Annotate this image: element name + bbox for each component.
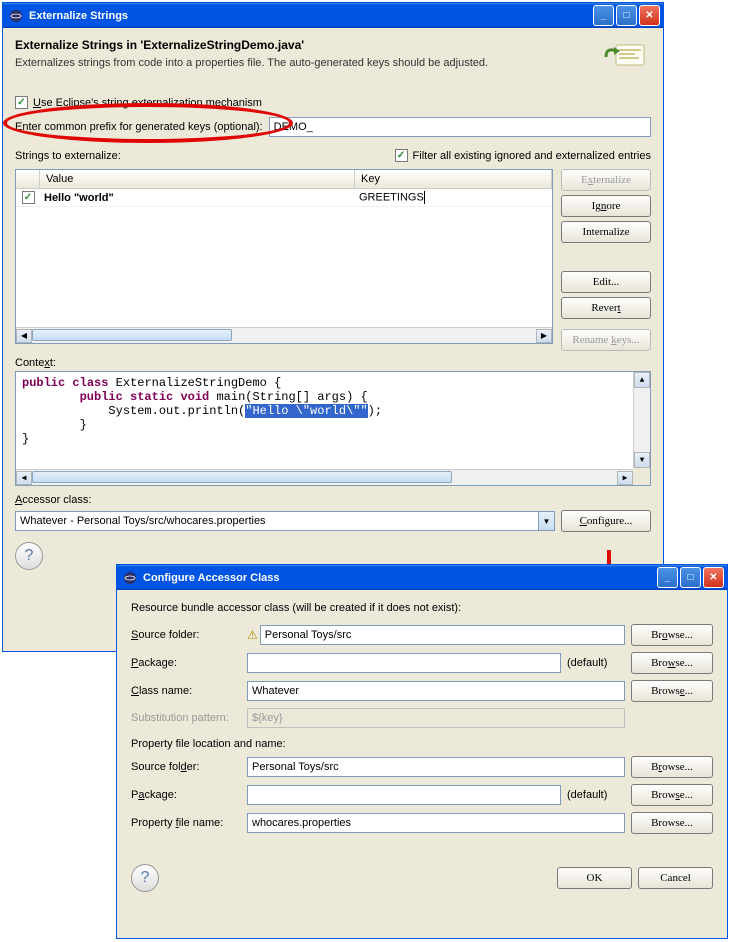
accessor-combo[interactable]: Whatever - Personal Toys/src/whocares.pr…: [15, 511, 555, 531]
table-header-check[interactable]: [16, 170, 40, 188]
mechanism-checkbox[interactable]: ✓: [15, 96, 28, 109]
package2-input[interactable]: [247, 785, 561, 805]
minimize-button[interactable]: _: [593, 5, 614, 26]
eclipse-icon: [8, 8, 24, 24]
scroll-right-icon[interactable]: ▶: [617, 471, 633, 485]
property-file-input[interactable]: [247, 813, 625, 833]
package2-default: (default): [567, 789, 625, 801]
substitution-label: Substitution pattern:: [131, 712, 241, 724]
eclipse-icon: [122, 570, 138, 586]
row-checkbox[interactable]: ✓: [22, 191, 35, 204]
minimize-button[interactable]: _: [657, 567, 678, 588]
code-vscroll[interactable]: ▲▼: [633, 372, 650, 468]
table-header-value[interactable]: Value: [40, 170, 355, 188]
warning-icon: ⚠: [247, 628, 258, 642]
browse-button[interactable]: Browse...: [631, 652, 713, 674]
code-hscroll[interactable]: ◀▶: [16, 469, 633, 485]
source-folder2-label: Source folder:: [131, 761, 241, 773]
class-name-label: Class name:: [131, 685, 241, 697]
table-header-key[interactable]: Key: [355, 170, 552, 188]
row-value: Hello "world": [44, 192, 114, 204]
help-button[interactable]: ?: [131, 864, 159, 892]
cancel-button[interactable]: Cancel: [638, 867, 713, 889]
row-key[interactable]: GREETINGS: [359, 191, 424, 203]
ok-button[interactable]: OK: [557, 867, 632, 889]
package-label: Package:: [131, 657, 241, 669]
filter-checkbox[interactable]: ✓: [395, 149, 408, 162]
accessor-heading: Resource bundle accessor class (will be …: [131, 602, 713, 614]
close-button[interactable]: ✕: [703, 567, 724, 588]
context-label: Context:: [15, 357, 651, 369]
property-section-label: Property file location and name:: [131, 738, 713, 750]
internalize-button[interactable]: Internalize: [561, 221, 651, 243]
scroll-down-icon[interactable]: ▼: [634, 452, 650, 468]
scroll-up-icon[interactable]: ▲: [634, 372, 650, 388]
revert-button[interactable]: Revert: [561, 297, 651, 319]
browse-button[interactable]: Browse...: [631, 756, 713, 778]
window-title: Externalize Strings: [29, 10, 593, 22]
strings-label: Strings to externalize:: [15, 150, 121, 162]
source-folder-input[interactable]: [260, 625, 625, 645]
configure-accessor-window: Configure Accessor Class _ □ ✕ Resource …: [116, 564, 728, 939]
package2-label: Package:: [131, 789, 241, 801]
browse-button[interactable]: Browse...: [631, 680, 713, 702]
edit-button[interactable]: Edit...: [561, 271, 651, 293]
help-button[interactable]: ?: [15, 542, 43, 570]
window-title: Configure Accessor Class: [143, 572, 657, 584]
prefix-label: Enter common prefix for generated keys (…: [15, 121, 263, 133]
substitution-input: [247, 708, 625, 728]
prefix-input[interactable]: [269, 117, 651, 137]
scroll-left-icon[interactable]: ◀: [16, 329, 32, 343]
package-default: (default): [567, 657, 625, 669]
class-name-input[interactable]: [247, 681, 625, 701]
accessor-label: Accessor class:: [15, 494, 651, 506]
source-folder-label: Source folder:: [131, 629, 241, 641]
filter-checkbox-row[interactable]: ✓ Filter all existing ignored and extern…: [395, 149, 651, 162]
window-titlebar[interactable]: Configure Accessor Class _ □ ✕: [117, 565, 727, 590]
source-folder2-input[interactable]: [247, 757, 625, 777]
scroll-left-icon[interactable]: ◀: [16, 471, 32, 485]
browse-button[interactable]: Browse...: [631, 624, 713, 646]
externalize-strings-window: Externalize Strings _ □ ✕ Externalize St…: [2, 2, 664, 652]
configure-button[interactable]: Configure...: [561, 510, 651, 532]
wizard-icon: [601, 38, 651, 84]
rename-keys-button: Rename keys...: [561, 329, 651, 351]
browse-button[interactable]: Browse...: [631, 784, 713, 806]
context-code[interactable]: public class ExternalizeStringDemo { pub…: [15, 371, 651, 486]
property-file-label: Property file name:: [131, 817, 241, 829]
strings-table[interactable]: Value Key ✓ Hello "world" GREETINGS ◀ ▶: [15, 169, 553, 344]
table-row[interactable]: ✓ Hello "world" GREETINGS: [16, 189, 552, 207]
mechanism-label: Use Eclipse's string externalization mec…: [33, 97, 262, 109]
filter-label: Filter all existing ignored and external…: [413, 150, 651, 162]
window-titlebar[interactable]: Externalize Strings _ □ ✕: [3, 3, 663, 28]
externalize-button: Externalize: [561, 169, 651, 191]
maximize-button[interactable]: □: [616, 5, 637, 26]
scroll-right-icon[interactable]: ▶: [536, 329, 552, 343]
close-button[interactable]: ✕: [639, 5, 660, 26]
chevron-down-icon[interactable]: ▼: [538, 512, 554, 530]
browse-button[interactable]: Browse...: [631, 812, 713, 834]
table-hscroll[interactable]: ◀ ▶: [16, 327, 552, 343]
ignore-button[interactable]: Ignore: [561, 195, 651, 217]
dialog-heading: Externalize Strings in 'ExternalizeStrin…: [15, 38, 488, 52]
maximize-button[interactable]: □: [680, 567, 701, 588]
package-input[interactable]: [247, 653, 561, 673]
dialog-subheading: Externalizes strings from code into a pr…: [15, 57, 488, 69]
